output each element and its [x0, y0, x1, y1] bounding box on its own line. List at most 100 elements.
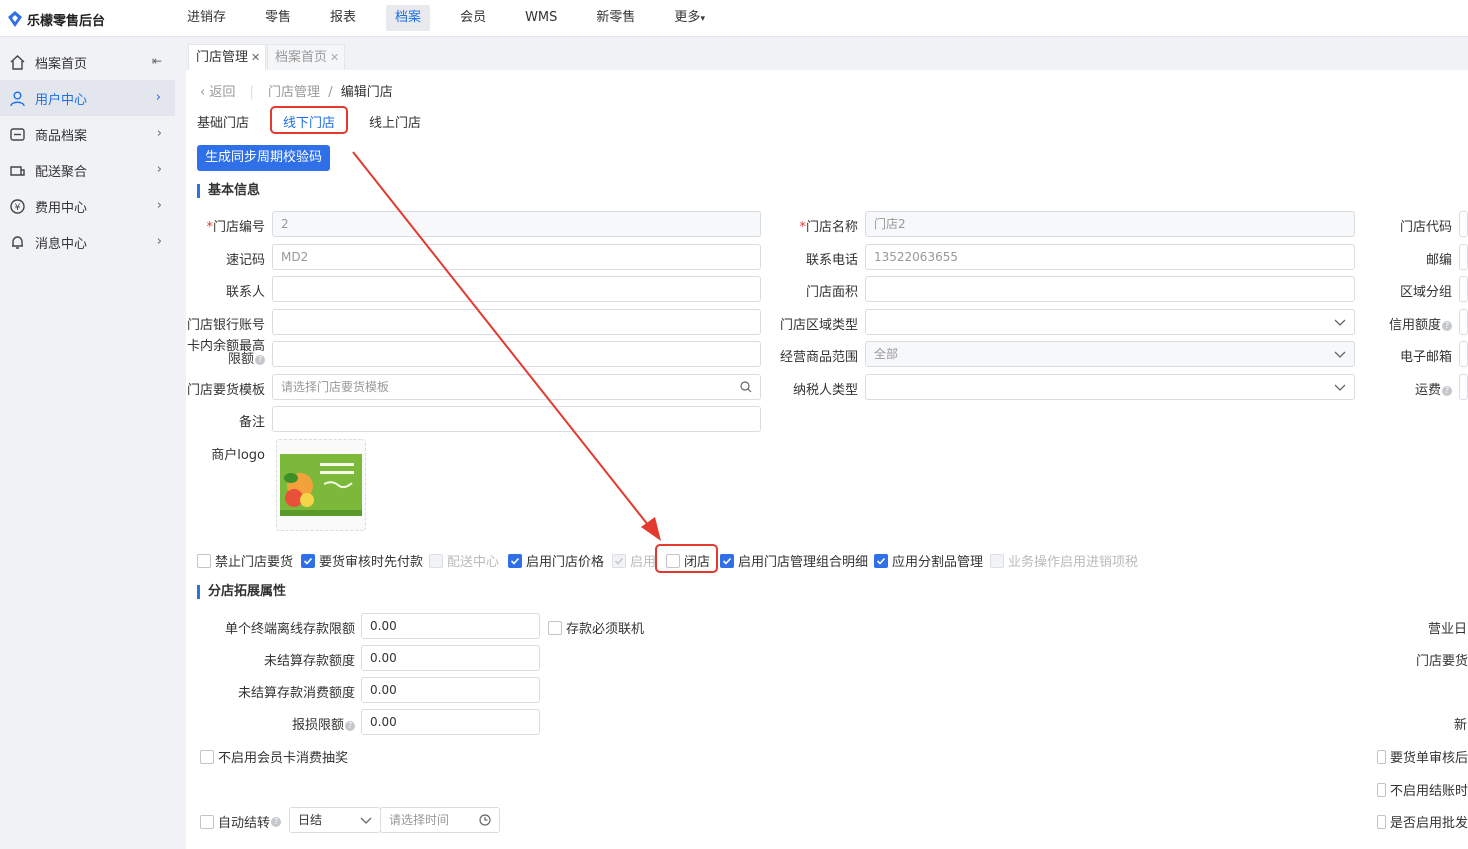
region-group-label: 区域分组: [1399, 285, 1452, 300]
check-icon: [874, 553, 888, 568]
nav-inventory[interactable]: 进销存: [178, 5, 235, 31]
checkbox-combo-detail[interactable]: 启用门店管理组合明细: [720, 551, 868, 570]
offline-limit-label: 单个终端离线存款限额: [224, 622, 355, 637]
tab-online-store[interactable]: 线上门店: [369, 112, 421, 131]
checkbox-no-checkout[interactable]: 不启用结账时: [1377, 780, 1468, 799]
bank-account-input[interactable]: [272, 309, 761, 335]
postcode-input[interactable]: [1459, 244, 1468, 270]
nav-retail[interactable]: 零售: [256, 5, 300, 31]
offline-limit-input[interactable]: 0.00: [361, 613, 540, 639]
checkbox-auto-carry[interactable]: 自动结转?: [200, 812, 282, 831]
checkbox-order-after-audit[interactable]: 要货单审核后: [1377, 747, 1468, 766]
nav-archive[interactable]: 档案: [386, 5, 431, 31]
email-input[interactable]: [1459, 341, 1468, 367]
region-group-input[interactable]: [1459, 276, 1468, 302]
close-icon[interactable]: ✕: [330, 51, 339, 64]
search-icon[interactable]: [740, 381, 752, 393]
merchant-logo-label: 商户logo: [211, 448, 265, 463]
nav-wms[interactable]: WMS: [516, 5, 566, 31]
home-icon: [8, 53, 26, 71]
help-icon[interactable]: ?: [1442, 320, 1452, 331]
back-label: 返回: [209, 85, 236, 100]
checkbox-deposit-online[interactable]: 存款必须联机: [548, 618, 644, 637]
tab-label: 门店管理: [196, 50, 249, 65]
store-no-input[interactable]: 2: [272, 211, 761, 237]
nav-new-retail[interactable]: 新零售: [587, 5, 644, 31]
card-limit-input[interactable]: [272, 341, 761, 367]
checkbox-box: [1377, 749, 1386, 764]
generate-sync-code-button[interactable]: 生成同步周期校验码: [197, 145, 330, 171]
region-type-select[interactable]: [865, 309, 1355, 335]
close-icon[interactable]: ✕: [251, 51, 260, 64]
freight-label: 运费?: [1372, 379, 1452, 398]
nav-reports[interactable]: 报表: [321, 5, 365, 31]
nav-member[interactable]: 会员: [451, 5, 495, 31]
sidebar-item-fee-center[interactable]: ¥ 费用中心 ›: [0, 188, 176, 224]
clock-icon[interactable]: [479, 814, 491, 826]
chevron-down-icon: [1334, 351, 1346, 358]
page-tabs: 门店管理 ✕ 档案首页 ✕: [186, 37, 1468, 70]
area-input[interactable]: [865, 276, 1355, 302]
store-code-input[interactable]: [1459, 211, 1468, 237]
checkbox-input-output-tax[interactable]: 业务操作启用进销项税: [990, 551, 1138, 570]
carry-time-input[interactable]: 请选择时间: [380, 807, 500, 833]
sidebar-item-user-center[interactable]: 用户中心 ›: [0, 80, 175, 116]
checkbox-no-lottery[interactable]: 不启用会员卡消费抽奖: [200, 747, 348, 766]
checkbox-distribution-center[interactable]: 配送中心: [429, 551, 499, 570]
nav-more-label: 更多: [674, 10, 701, 25]
tab-archive-home[interactable]: 档案首页 ✕: [267, 44, 346, 70]
loss-limit-input[interactable]: 0.00: [361, 709, 540, 735]
carry-period-select[interactable]: 日结: [289, 807, 381, 833]
order-template-input[interactable]: 请选择门店要货模板: [272, 374, 761, 400]
checkbox-label: 禁止门店要货: [215, 555, 294, 570]
remark-label: 备注: [238, 415, 265, 430]
sidebar-item-archive-home[interactable]: 档案首页 ⇤: [0, 44, 176, 80]
phone-input[interactable]: 13522063655: [865, 244, 1355, 270]
app-logo[interactable]: 乐檬零售后台: [8, 9, 105, 29]
credit-limit-input[interactable]: [1459, 309, 1468, 335]
remark-input[interactable]: [272, 406, 761, 432]
freight-input[interactable]: [1459, 374, 1468, 400]
tab-store-management[interactable]: 门店管理 ✕: [188, 44, 267, 70]
contact-input[interactable]: [272, 276, 761, 302]
unsettled-consume-input[interactable]: 0.00: [361, 677, 540, 703]
help-icon[interactable]: ?: [271, 816, 282, 827]
sidebar-label: 档案首页: [35, 56, 88, 72]
checkbox-label: 启用: [630, 555, 657, 570]
sidebar-item-goods-archive[interactable]: 商品档案 ›: [0, 116, 176, 152]
unsettled-limit-input[interactable]: 0.00: [361, 645, 540, 671]
help-icon[interactable]: ?: [345, 720, 355, 731]
breadcrumb-current: 编辑门店: [340, 85, 393, 100]
chevron-right-icon: ›: [156, 198, 162, 213]
contact-label: 联系人: [225, 285, 265, 300]
sidebar-item-delivery[interactable]: 配送聚合 ›: [0, 152, 176, 188]
merchant-logo-upload[interactable]: [276, 439, 366, 531]
checkbox-split-goods[interactable]: 应用分割品管理: [874, 551, 983, 570]
tab-basic-store[interactable]: 基础门店: [197, 112, 249, 131]
checkbox-store-price[interactable]: 启用门店价格: [508, 551, 604, 570]
email-label: 电子邮箱: [1399, 350, 1452, 365]
store-name-input[interactable]: 门店2: [865, 211, 1355, 237]
back-link[interactable]: ‹ 返回: [200, 85, 235, 100]
store-no-label: *门店编号: [206, 220, 265, 235]
check-icon: [508, 553, 522, 568]
nav-more[interactable]: 更多▾: [665, 5, 714, 31]
sidebar-item-message-center[interactable]: 消息中心 ›: [0, 224, 176, 260]
loss-limit-label: 报损限额?: [186, 714, 355, 733]
logo-icon: [8, 11, 22, 27]
sidebar-label: 用户中心: [35, 92, 88, 108]
goods-scope-select[interactable]: 全部: [865, 341, 1355, 367]
checkbox-wholesale[interactable]: 是否启用批发: [1377, 812, 1468, 831]
checkbox-pay-before-audit[interactable]: 要货审核时先付款: [301, 551, 423, 570]
main-nav: 进销存 零售 报表 档案 会员 WMS 新零售 更多▾: [178, 5, 735, 32]
checkbox-forbid-order[interactable]: 禁止门店要货: [197, 551, 293, 570]
sidebar-label: 消息中心: [35, 236, 88, 252]
help-icon[interactable]: ?: [1442, 385, 1452, 396]
card-limit-label-2: 限额: [227, 352, 254, 367]
breadcrumb-parent[interactable]: 门店管理: [268, 85, 320, 100]
quick-code-input[interactable]: MD2: [272, 244, 761, 270]
checkbox-enable[interactable]: 启用: [612, 551, 656, 570]
help-icon[interactable]: ?: [255, 354, 265, 365]
taxpayer-type-select[interactable]: [865, 374, 1355, 400]
collapse-icon[interactable]: ⇤: [152, 54, 162, 68]
